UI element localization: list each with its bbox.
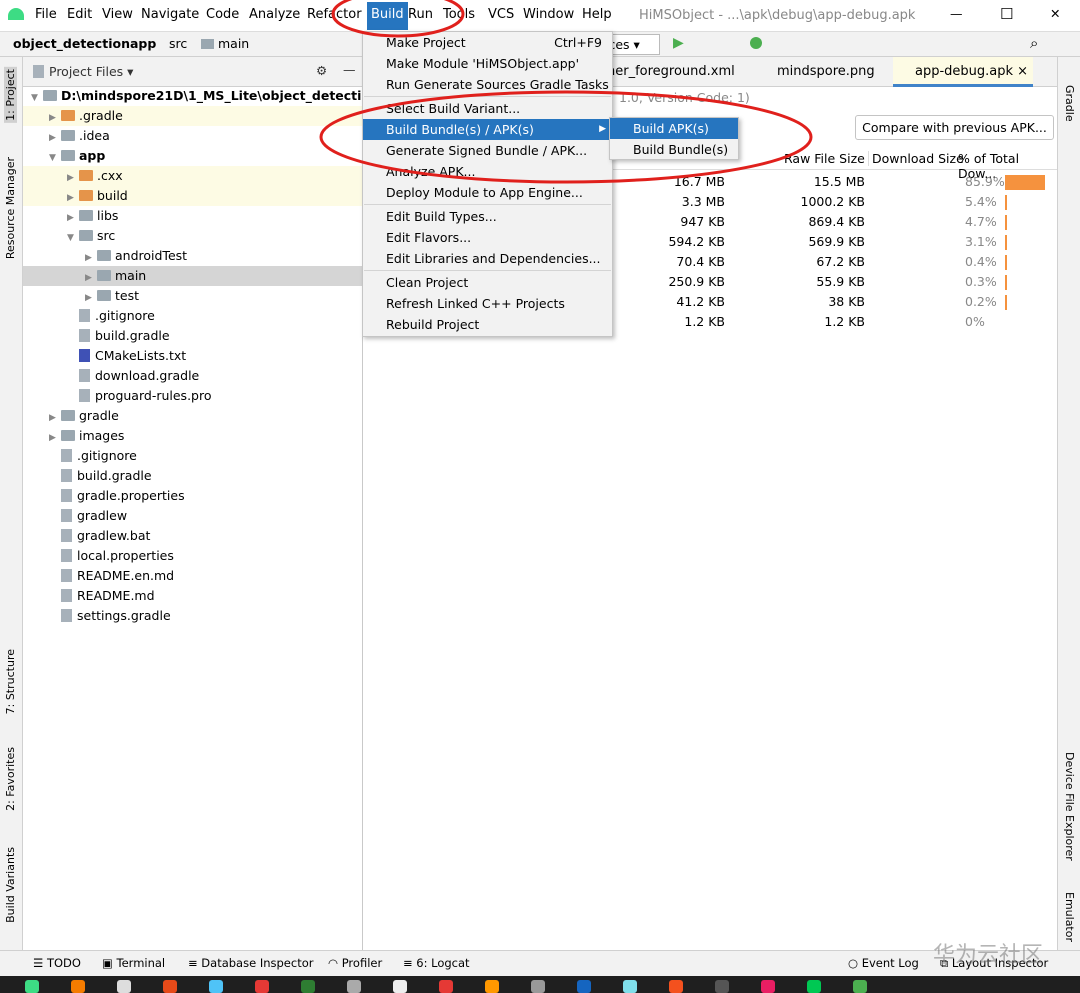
red-annotation-circles xyxy=(319,0,813,184)
annotation-circle-build-menu xyxy=(331,0,465,38)
annotation-circle-build-apk xyxy=(319,90,813,184)
